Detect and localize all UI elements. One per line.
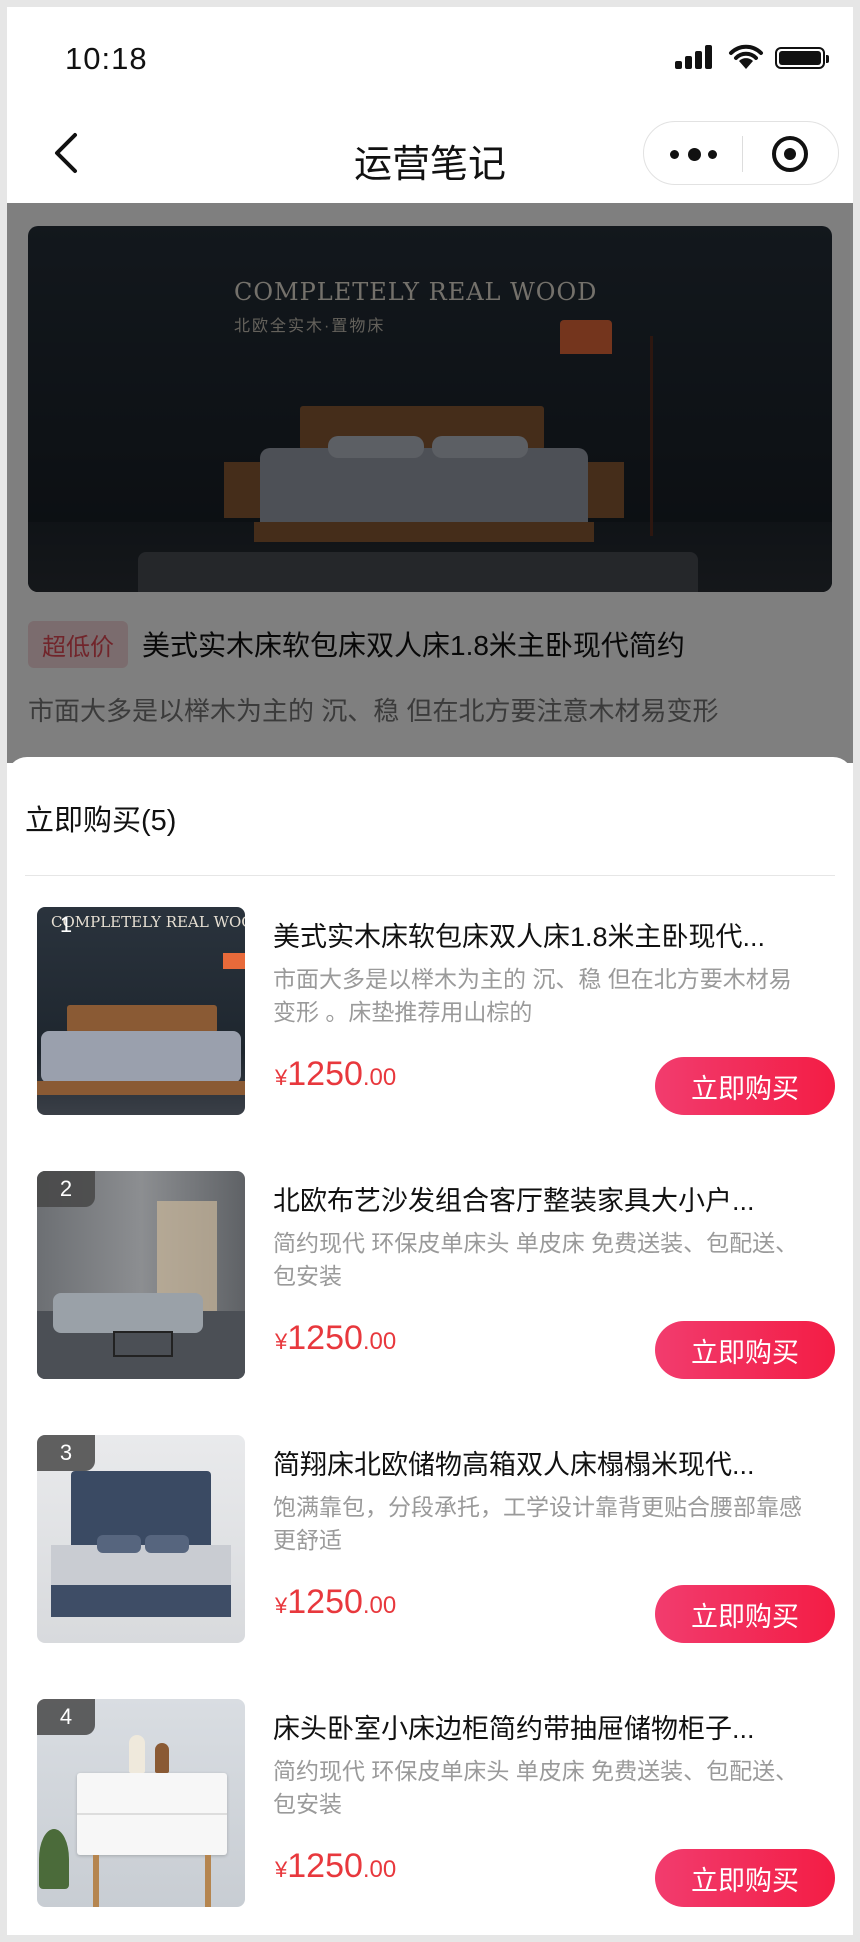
item-desc: 简约现代 环保皮单床头 单皮床 免费送装、包配送、包安装 bbox=[273, 1758, 799, 1817]
rank-badge: 1 bbox=[59, 912, 73, 937]
list-item[interactable]: COMPLETELY REAL WOOD 1 美式实木床软包床双人床1.8米主卧… bbox=[7, 907, 853, 1119]
buy-now-button[interactable]: 立即购买 bbox=[655, 1321, 835, 1379]
buy-now-sheet: 立即购买(5) COMPLETELY REAL WOOD 1 美式实木床软包床双… bbox=[7, 757, 853, 1935]
item-desc: 饱满靠包，分段承托，工学设计靠背更贴合腰部靠感更舒适 bbox=[273, 1494, 802, 1553]
item-name: 床头卧室小床边柜简约带抽屉储物柜子... bbox=[273, 1714, 755, 1744]
list-item[interactable]: 2 北欧布艺沙发组合客厅整装家具大小户... 简约现代 环保皮单床头 单皮床 免… bbox=[7, 1171, 853, 1383]
rank-badge: 3 bbox=[37, 1435, 95, 1471]
more-dots-icon[interactable] bbox=[670, 140, 720, 168]
product-thumbnail[interactable]: 4 bbox=[37, 1699, 245, 1907]
item-name: 简翔床北欧储物高箱双人床榻榻米现代... bbox=[273, 1450, 755, 1480]
product-thumbnail[interactable]: 2 bbox=[37, 1171, 245, 1379]
phone-screen: 10:18 运营笔记 COMPLETELY REAL bbox=[7, 7, 853, 1935]
capsule-divider bbox=[742, 136, 743, 172]
list-item[interactable]: 3 简翔床北欧储物高箱双人床榻榻米现代... 饱满靠包，分段承托，工学设计靠背更… bbox=[7, 1435, 853, 1647]
buy-now-button[interactable]: 立即购买 bbox=[655, 1585, 835, 1643]
item-name: 北欧布艺沙发组合客厅整装家具大小户... bbox=[273, 1186, 755, 1216]
rank-badge: 4 bbox=[37, 1699, 95, 1735]
product-thumbnail[interactable]: 3 bbox=[37, 1435, 245, 1643]
dim-overlay[interactable] bbox=[7, 203, 853, 763]
rank-badge: 2 bbox=[37, 1171, 95, 1207]
wifi-icon bbox=[729, 44, 763, 69]
battery-icon bbox=[775, 47, 829, 69]
status-bar: 10:18 bbox=[7, 7, 853, 103]
buy-now-button[interactable]: 立即购买 bbox=[655, 1057, 835, 1115]
item-desc: 市面大多是以榉木为主的 沉、稳 但在北方要木材易变形 。床垫推荐用山棕的 bbox=[273, 966, 792, 1025]
signal-icon bbox=[675, 45, 717, 69]
product-thumbnail[interactable]: COMPLETELY REAL WOOD 1 bbox=[37, 907, 245, 1115]
item-price: ¥1250.00 bbox=[275, 1583, 397, 1621]
status-time: 10:18 bbox=[65, 41, 148, 76]
nav-bar: 运营笔记 bbox=[7, 103, 853, 203]
item-name: 美式实木床软包床双人床1.8米主卧现代... bbox=[273, 922, 766, 952]
mini-program-capsule bbox=[643, 121, 839, 185]
list-item[interactable]: 4 床头卧室小床边柜简约带抽屉储物柜子... 简约现代 环保皮单床头 单皮床 免… bbox=[7, 1699, 853, 1911]
item-price: ¥1250.00 bbox=[275, 1319, 397, 1357]
item-desc: 简约现代 环保皮单床头 单皮床 免费送装、包配送、包安装 bbox=[273, 1230, 799, 1289]
item-price: ¥1250.00 bbox=[275, 1847, 397, 1885]
close-target-icon[interactable] bbox=[772, 136, 808, 172]
buy-now-button[interactable]: 立即购买 bbox=[655, 1849, 835, 1907]
divider bbox=[25, 875, 835, 876]
item-price: ¥1250.00 bbox=[275, 1055, 397, 1093]
sheet-title: 立即购买(5) bbox=[25, 805, 177, 837]
